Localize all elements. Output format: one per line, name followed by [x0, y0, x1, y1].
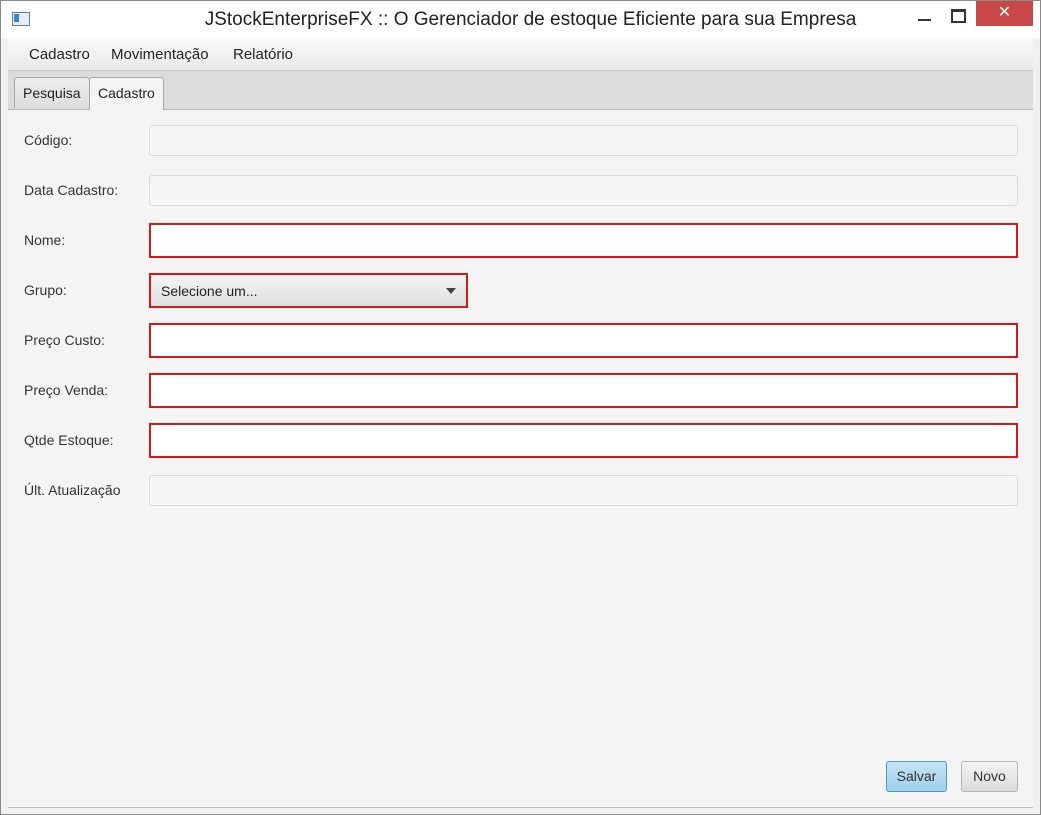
nome-field[interactable]	[149, 223, 1018, 258]
data-cadastro-field[interactable]	[149, 175, 1018, 206]
menu-movimentacao[interactable]: Movimentação	[111, 46, 209, 63]
form-panel	[8, 110, 1033, 808]
salvar-button[interactable]: Salvar	[886, 761, 947, 792]
menu-relatorio[interactable]: Relatório	[233, 46, 293, 63]
title-bar: JStockEnterpriseFX :: O Gerenciador de e…	[1, 1, 1040, 38]
grupo-label: Grupo:	[24, 282, 67, 298]
tab-pesquisa[interactable]: Pesquisa	[14, 77, 90, 108]
window-title: JStockEnterpriseFX :: O Gerenciador de e…	[204, 9, 857, 30]
nome-label: Nome:	[24, 232, 66, 248]
ult-atualizacao-field[interactable]	[149, 475, 1018, 506]
data-cadastro-label: Data Cadastro:	[24, 182, 119, 198]
preco-custo-label: Preço Custo:	[24, 332, 105, 348]
codigo-label: Código:	[24, 132, 73, 148]
app-window: JStockEnterpriseFX :: O Gerenciador de e…	[0, 0, 1041, 815]
menu-bar: Cadastro Movimentação Relatório	[8, 38, 1033, 71]
menu-cadastro[interactable]: Cadastro	[29, 46, 90, 63]
novo-button[interactable]: Novo	[961, 761, 1018, 792]
close-icon[interactable]: ✕	[976, 1, 1033, 26]
qtde-estoque-field[interactable]	[149, 423, 1018, 458]
tab-header: Pesquisa Cadastro	[8, 71, 1033, 110]
preco-venda-label: Preço Venda:	[24, 382, 109, 398]
qtde-estoque-label: Qtde Estoque:	[24, 432, 114, 448]
codigo-field[interactable]	[149, 125, 1018, 156]
ult-atualizacao-label: Últ. Atualização	[24, 482, 121, 498]
maximize-icon[interactable]	[943, 5, 973, 29]
preco-venda-field[interactable]	[149, 373, 1018, 408]
minimize-icon[interactable]	[910, 5, 940, 29]
preco-custo-field[interactable]	[149, 323, 1018, 358]
chevron-down-icon[interactable]	[446, 288, 456, 294]
tab-cadastro[interactable]: Cadastro	[89, 77, 164, 110]
grupo-combobox[interactable]: Selecione um...	[149, 273, 468, 308]
grupo-selected-value: Selecione um...	[161, 283, 258, 299]
